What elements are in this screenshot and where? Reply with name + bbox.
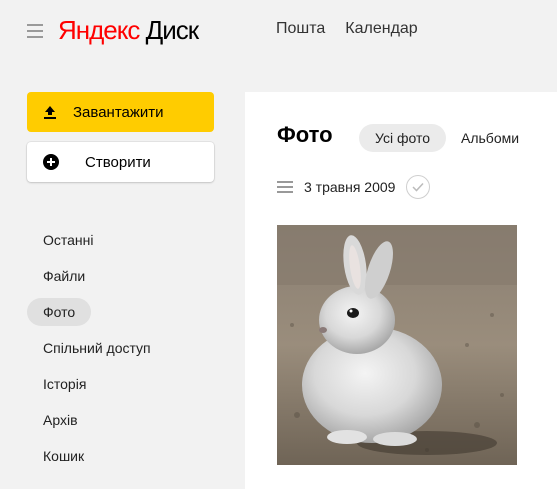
create-button[interactable]: Створити xyxy=(27,142,214,182)
sidebar-item-label: Історія xyxy=(43,376,87,392)
sidebar-item-label: Фото xyxy=(27,298,92,326)
sidebar-item-photos[interactable]: Фото xyxy=(27,294,217,330)
nav-link-mail[interactable]: Пошта xyxy=(276,20,325,38)
page-title: Фото xyxy=(277,122,333,147)
main-content: Фото Усі фото Альбоми 3 травня 2009 xyxy=(245,92,557,489)
sidebar-item-history[interactable]: Історія xyxy=(27,366,217,402)
sidebar: Останні Файли Фото Спільний доступ Істор… xyxy=(27,222,217,474)
checkmark-icon[interactable] xyxy=(406,175,431,199)
upload-icon xyxy=(43,105,57,119)
tab-all-photos[interactable]: Усі фото xyxy=(359,124,446,152)
sidebar-item-label: Останні xyxy=(43,232,94,248)
top-nav: Пошта Календар xyxy=(276,20,418,38)
sidebar-item-label: Архів xyxy=(43,412,78,428)
rabbit-photo xyxy=(277,225,517,465)
photo-thumbnail[interactable] xyxy=(277,225,517,465)
sidebar-item-files[interactable]: Файли xyxy=(27,258,217,294)
sidebar-item-shared[interactable]: Спільний доступ xyxy=(27,330,217,366)
tab-albums[interactable]: Альбоми xyxy=(445,124,535,152)
plus-circle-icon xyxy=(43,154,59,170)
header: Яндекс Диск Пошта Календар xyxy=(0,0,557,62)
logo-brand: Яндекс xyxy=(58,15,140,45)
logo[interactable]: Яндекс Диск xyxy=(58,14,200,46)
logo-product: Диск xyxy=(145,15,200,45)
list-icon[interactable] xyxy=(277,181,293,193)
create-button-label: Створити xyxy=(85,153,151,171)
date-group-label: 3 травня 2009 xyxy=(304,179,396,195)
sidebar-item-label: Кошик xyxy=(43,448,85,464)
date-group-header: 3 травня 2009 xyxy=(277,175,431,199)
sidebar-item-trash[interactable]: Кошик xyxy=(27,438,217,474)
sidebar-item-label: Файли xyxy=(43,268,86,284)
nav-link-calendar[interactable]: Календар xyxy=(345,20,417,38)
sidebar-item-archive[interactable]: Архів xyxy=(27,402,217,438)
sidebar-item-label: Спільний доступ xyxy=(43,340,151,356)
sidebar-item-recent[interactable]: Останні xyxy=(27,222,217,258)
upload-button[interactable]: Завантажити xyxy=(27,92,214,132)
upload-button-label: Завантажити xyxy=(73,103,164,121)
menu-icon[interactable] xyxy=(27,24,43,38)
